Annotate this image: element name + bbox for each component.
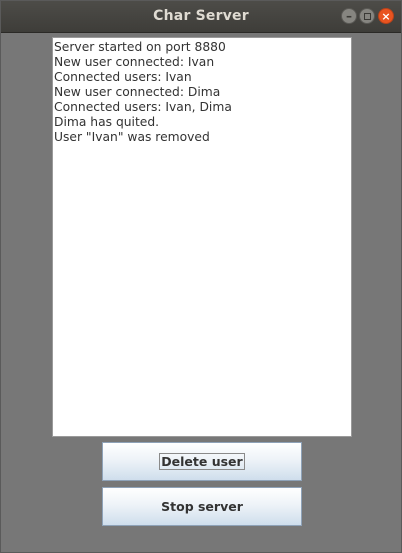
stop-server-label: Stop server: [161, 499, 243, 514]
server-log-textarea[interactable]: Server started on port 8880 New user con…: [52, 37, 352, 437]
minimize-icon: –: [346, 9, 352, 23]
log-line: Connected users: Ivan: [54, 70, 192, 84]
close-button[interactable]: ×: [378, 8, 394, 24]
log-line: Server started on port 8880: [54, 40, 226, 54]
log-line: New user connected: Dima: [54, 85, 221, 99]
maximize-icon: [363, 12, 371, 20]
delete-user-label: Delete user: [159, 453, 245, 470]
log-line: Connected users: Ivan, Dima: [54, 100, 232, 114]
log-line: Dima has quited.: [54, 115, 160, 129]
log-line: New user connected: Ivan: [54, 55, 215, 69]
stop-server-button[interactable]: Stop server: [102, 487, 302, 526]
maximize-button[interactable]: [359, 8, 375, 24]
app-window: Char Server – × Server started on port 8…: [0, 0, 402, 553]
delete-user-button[interactable]: Delete user: [102, 442, 302, 481]
title-bar[interactable]: Char Server – ×: [1, 1, 401, 33]
close-icon: ×: [381, 9, 391, 23]
log-line: User "Ivan" was removed: [54, 130, 210, 144]
minimize-button[interactable]: –: [341, 8, 357, 24]
